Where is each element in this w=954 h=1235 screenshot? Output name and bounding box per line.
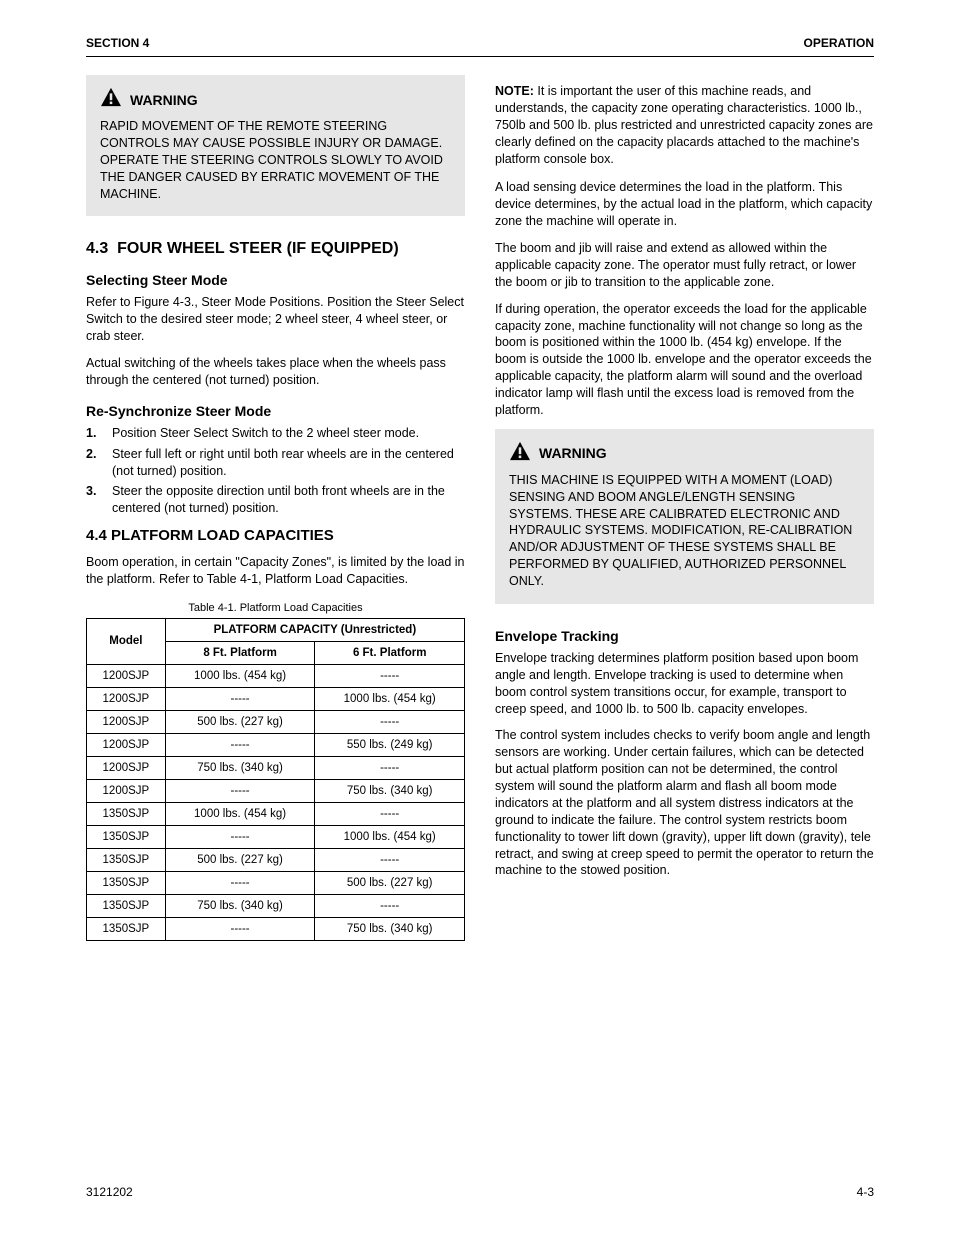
footer-right: 4-3 [857,1185,874,1199]
right-column: NOTE: It is important the user of this m… [495,75,874,941]
th-group: PLATFORM CAPACITY (Unrestricted) [165,618,464,641]
right-para-1: A load sensing device determines the loa… [495,179,874,230]
sub-capacities: 4.4 PLATFORM LOAD CAPACITIES [86,527,465,544]
sub-resync: Re-Synchronize Steer Mode [86,403,465,419]
para-env-1: Envelope tracking determines platform po… [495,650,874,718]
warning-body: THIS MACHINE IS EQUIPPED WITH A MOMENT (… [509,472,860,590]
para-env-2: The control system includes checks to ve… [495,727,874,879]
para-capacities: Boom operation, in certain "Capacity Zon… [86,554,465,588]
header-section: SECTION 4 [86,36,149,50]
table-row: 1350SJP500 lbs. (227 kg)----- [87,848,465,871]
sub-envelope: Envelope Tracking [495,628,874,644]
table-row: 1350SJP-----500 lbs. (227 kg) [87,871,465,894]
note-body: It is important the user of this machine… [495,84,873,166]
warning-icon [509,441,531,466]
note-label: NOTE: [495,84,534,98]
warning-icon [100,87,122,112]
table-row: 1350SJP750 lbs. (340 kg)----- [87,894,465,917]
page-footer: 3121202 4-3 [86,1185,874,1199]
th-model: Model [87,618,166,664]
th-8ft: 8 Ft. Platform [165,641,315,664]
table-row: 1200SJP-----1000 lbs. (454 kg) [87,687,465,710]
th-6ft: 6 Ft. Platform [315,641,465,664]
header-title: OPERATION [804,36,874,50]
warning-body: RAPID MOVEMENT OF THE REMOTE STEERING CO… [100,118,451,202]
table-caption: Table 4-1. Platform Load Capacities [86,602,465,614]
table-row: 1200SJP-----550 lbs. (249 kg) [87,733,465,756]
warning-title: WARNING [539,445,607,461]
right-para-2: The boom and jib will raise and extend a… [495,240,874,291]
resync-list: 1.Position Steer Select Switch to the 2 … [86,425,465,517]
sub-selecting-steer: Selecting Steer Mode [86,272,465,288]
warning-box-moment: WARNING THIS MACHINE IS EQUIPPED WITH A … [495,429,874,604]
note-block: NOTE: It is important the user of this m… [495,83,874,167]
footer-left: 3121202 [86,1185,133,1199]
left-column: WARNING RAPID MOVEMENT OF THE REMOTE STE… [86,75,465,941]
table-row: 1200SJP500 lbs. (227 kg)----- [87,710,465,733]
table-row: 1350SJP-----750 lbs. (340 kg) [87,917,465,940]
para-selecting-2: Actual switching of the wheels takes pla… [86,355,465,389]
warning-title: WARNING [130,92,198,108]
table-row: 1200SJP-----750 lbs. (340 kg) [87,779,465,802]
para-selecting-1: Refer to Figure 4-3., Steer Mode Positio… [86,294,465,345]
table-row: 1350SJP-----1000 lbs. (454 kg) [87,825,465,848]
table-row: 1200SJP1000 lbs. (454 kg)----- [87,664,465,687]
right-para-3: If during operation, the operator exceed… [495,301,874,419]
warning-box-steering: WARNING RAPID MOVEMENT OF THE REMOTE STE… [86,75,465,216]
table-row: 1350SJP1000 lbs. (454 kg)----- [87,802,465,825]
capacity-table: Model PLATFORM CAPACITY (Unrestricted) 8… [86,618,465,941]
section-heading: 4.3 FOUR WHEEL STEER (IF EQUIPPED) [86,240,465,258]
table-row: 1200SJP750 lbs. (340 kg)----- [87,756,465,779]
page-header: SECTION 4 OPERATION [86,36,874,57]
